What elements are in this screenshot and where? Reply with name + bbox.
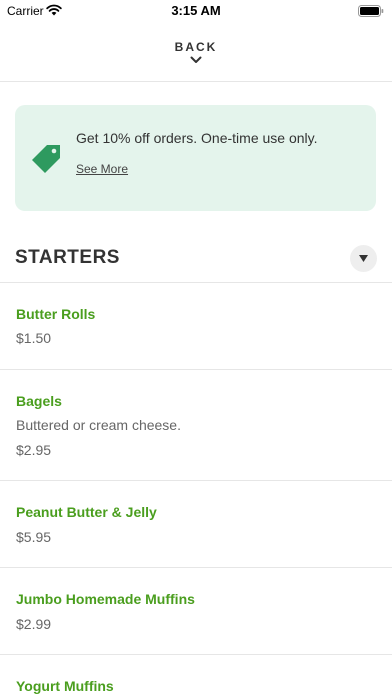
item-price: $2.99 [16, 616, 52, 632]
menu-item[interactable]: Butter Rolls $1.50 [0, 283, 392, 370]
promo-card: Get 10% off orders. One-time use only. S… [15, 105, 376, 211]
menu-item[interactable]: Bagels Buttered or cream cheese. $2.95 [0, 370, 392, 481]
menu-item[interactable]: Peanut Butter & Jelly $5.95 [0, 481, 392, 568]
nav-divider [0, 81, 392, 82]
item-name: Yogurt Muffins [16, 678, 114, 694]
clock: 3:15 AM [171, 3, 221, 18]
collapse-section-button[interactable] [350, 245, 377, 272]
tag-icon [32, 145, 60, 173]
back-button[interactable]: BACK [0, 36, 392, 76]
item-price: $1.50 [16, 330, 52, 346]
battery-icon [358, 5, 384, 17]
menu-item[interactable]: Yogurt Muffins [0, 655, 392, 696]
section-header: STARTERS [15, 240, 377, 276]
menu-item[interactable]: Jumbo Homemade Muffins $2.99 [0, 568, 392, 655]
promo-text: Get 10% off orders. One-time use only. [76, 130, 318, 146]
item-price: $5.95 [16, 529, 52, 545]
item-price: $2.95 [16, 442, 52, 458]
chevron-down-icon [190, 56, 202, 63]
item-name: Bagels [16, 393, 62, 409]
section-title: STARTERS [15, 247, 120, 268]
back-label: BACK [174, 40, 218, 54]
item-description: Buttered or cream cheese. [16, 417, 181, 433]
item-name: Peanut Butter & Jelly [16, 504, 157, 520]
status-bar: Carrier 3:15 AM [0, 0, 392, 22]
see-more-link[interactable]: See More [76, 162, 128, 176]
caret-down-icon [359, 255, 368, 262]
item-name: Butter Rolls [16, 306, 96, 322]
item-name: Jumbo Homemade Muffins [16, 591, 195, 607]
